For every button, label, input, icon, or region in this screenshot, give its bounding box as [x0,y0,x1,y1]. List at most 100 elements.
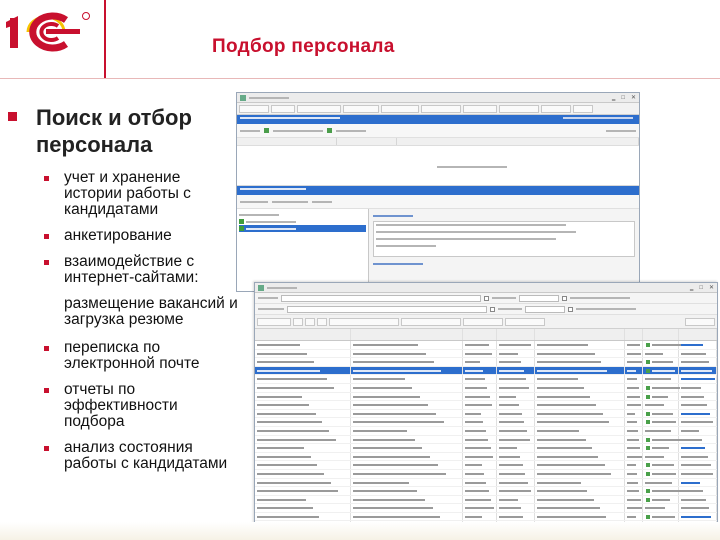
maximize-icon[interactable]: □ [699,285,703,291]
sub-bullet-text: взаимодействие с интернет-сайтами: [64,253,199,286]
table-row[interactable] [255,504,717,513]
maximize-icon[interactable]: □ [621,95,625,101]
filter-row [255,293,717,304]
table-row[interactable] [255,401,717,410]
candidates-toolbar [237,195,639,209]
sub-bullet-text: учет и хранение истории работы с кандида… [64,169,191,218]
table-row[interactable] [255,358,717,367]
table-row[interactable] [255,366,717,376]
green-status-icon [327,128,332,133]
logo-1c [6,12,90,52]
toolbar-button[interactable] [381,104,419,113]
filter-checkbox[interactable] [562,295,567,301]
table-row[interactable] [255,409,717,419]
table-row[interactable] [255,487,717,496]
toolbar-button[interactable] [329,317,399,326]
green-status-icon [646,437,650,442]
toolbar-button[interactable] [463,317,503,326]
green-status-icon [646,420,650,425]
toolbar-button[interactable] [305,317,315,326]
green-status-icon [239,226,244,231]
sub-bullet-item: переписка по электронной почте [44,340,239,372]
table-row[interactable] [255,383,717,393]
filter-field[interactable] [281,294,481,302]
green-status-icon [646,489,650,494]
letters-toolbar [237,124,639,138]
toolbar-button[interactable] [343,104,379,113]
table-row[interactable] [255,426,717,436]
table-row[interactable] [255,349,717,359]
table-row[interactable] [255,452,717,462]
candidate-details [369,209,639,291]
green-status-icon [646,471,650,476]
filter-checkbox[interactable] [568,306,573,312]
bullet-icon [44,446,49,451]
toolbar-button[interactable] [499,104,539,113]
toolbar-button[interactable] [293,317,303,326]
bullet-icon [44,176,49,181]
green-status-icon [646,360,650,365]
letters-section-header [237,115,639,124]
app-icon [240,94,246,101]
table-row[interactable] [255,461,717,470]
toolbar-button[interactable] [257,317,291,326]
filter-field[interactable] [525,305,565,313]
list-toolbar [255,315,717,329]
sub-bullet-list: учет и хранение истории работы с кандида… [44,170,239,482]
letters-grid[interactable] [237,138,639,186]
filter-field[interactable] [519,294,559,302]
minimize-icon[interactable]: ‗ [612,95,615,101]
minimize-icon[interactable]: ‗ [690,285,693,291]
bullet-icon [44,388,49,393]
filter-field[interactable] [287,305,487,313]
table-row[interactable] [255,341,717,350]
tree-node[interactable] [239,211,366,218]
table-row[interactable] [255,435,717,445]
table-row[interactable] [255,375,717,384]
table-row[interactable] [255,392,717,402]
table-row[interactable] [255,495,717,505]
tree-node-selected[interactable] [239,225,366,232]
toolbar-button[interactable] [297,104,341,113]
bullet-icon [44,346,49,351]
toolbar-button[interactable] [463,104,497,113]
toolbar-button[interactable] [541,104,571,113]
filter-checkbox[interactable] [484,295,489,301]
sub-bullet-item: взаимодействие с интернет-сайтами: [44,254,239,286]
toolbar-button[interactable] [271,104,295,113]
green-status-icon [239,219,244,224]
filter-checkbox[interactable] [490,306,495,312]
candidates-table[interactable] [255,329,717,531]
table-row[interactable] [255,444,717,453]
table-header [255,329,717,341]
toolbar-button[interactable] [685,317,715,326]
candidates-list-window-screenshot: ‗ □ ✕ [254,282,718,540]
slide-title: Подбор персонала [212,36,395,57]
toolbar-button[interactable] [317,317,327,326]
close-icon[interactable]: ✕ [709,284,714,291]
window-titlebar: ‗ □ ✕ [237,93,639,103]
sub-bullet-item: анкетирование [44,228,239,244]
bullet-icon [44,260,49,265]
close-icon[interactable]: ✕ [631,94,636,101]
table-row[interactable] [255,478,717,488]
green-status-icon [646,446,650,451]
green-status-icon [646,411,650,416]
table-row[interactable] [255,512,717,522]
toolbar-button[interactable] [239,104,269,113]
toolbar-button[interactable] [505,317,545,326]
table-row[interactable] [255,418,717,427]
toolbar-button[interactable] [401,317,461,326]
tree-node[interactable] [239,218,366,225]
toolbar-button[interactable] [421,104,461,113]
green-status-icon [264,128,269,133]
filter-row [255,304,717,315]
recruiting-window-screenshot: ‗ □ ✕ [236,92,640,292]
candidates-tree[interactable] [237,209,369,291]
green-status-icon [646,514,650,519]
window-toolbar [237,103,639,115]
toolbar-button[interactable] [573,104,593,113]
sub-bullet-text: анкетирование [64,227,172,244]
table-row[interactable] [255,469,717,479]
sub-bullet-text: переписка по электронной почте [64,339,200,372]
